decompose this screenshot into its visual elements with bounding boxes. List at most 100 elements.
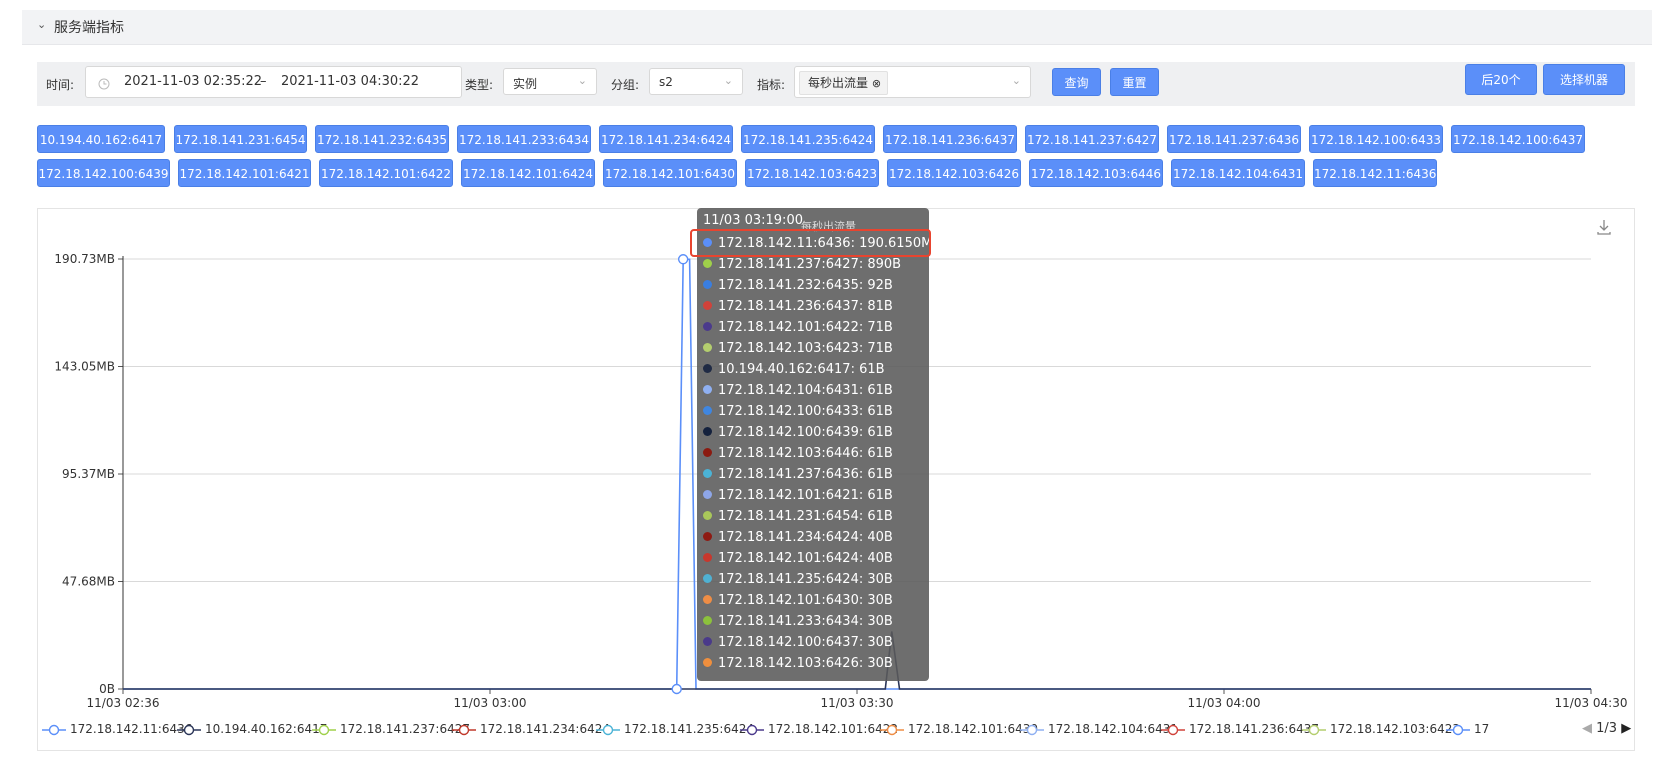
legend-item[interactable]: 10.194.40.162:6417 [177, 719, 327, 739]
tooltip-row-text: 172.18.141.235:6424: 30B [718, 572, 893, 587]
y-tick-label: 190.73MB [54, 252, 115, 266]
legend-item-label: 172.18.141.236:6437 [1189, 722, 1320, 736]
tooltip-row-text: 172.18.141.237:6436: 61B [718, 467, 893, 482]
x-tick-label: 11/03 04:00 [1188, 696, 1261, 710]
tooltip-row: 172.18.141.237:6436: 61B [703, 465, 893, 485]
download-icon[interactable] [1597, 220, 1611, 235]
legend-item[interactable]: 172.18.141.235:6424 [596, 719, 754, 739]
y-tick-label: 143.05MB [54, 360, 115, 374]
tooltip-row: 172.18.141.237:6427: 890B [703, 255, 901, 275]
legend-marker-icon [312, 724, 336, 735]
tooltip-row: 172.18.142.101:6430: 30B [703, 591, 893, 611]
legend-pager[interactable]: ◀ 1/3 ▶ [1582, 719, 1631, 739]
tooltip-row-text: 172.18.141.234:6424: 40B [718, 530, 893, 545]
legend-item[interactable]: 172.18.141.234:6424 [452, 719, 610, 739]
tooltip-row-text: 172.18.141.232:6435: 92B [718, 278, 893, 293]
series-dot-icon [703, 490, 712, 499]
tooltip-row-text: 172.18.142.103:6426: 30B [718, 656, 893, 671]
legend-marker-icon [1446, 724, 1470, 735]
legend-item-label: 172.18.141.235:6424 [624, 722, 755, 736]
tooltip-row-text: 172.18.142.103:6423: 71B [718, 341, 893, 356]
series-dot-icon [703, 616, 712, 625]
tooltip-row-text: 172.18.142.100:6433: 61B [718, 404, 893, 419]
legend-marker-icon [452, 724, 476, 735]
tooltip-row: 172.18.142.103:6426: 30B [703, 654, 893, 674]
legend-item-label: 17 [1474, 722, 1490, 736]
legend-marker-icon [880, 724, 904, 735]
legend-item-label: 172.18.142.101:6430 [908, 722, 1039, 736]
legend-item[interactable]: 172.18.141.236:6437 [1161, 719, 1319, 739]
legend-item[interactable]: 172.18.142.103:6423 [1302, 719, 1460, 739]
tooltip-row: 172.18.141.235:6424: 30B [703, 570, 893, 590]
series-dot-icon [703, 637, 712, 646]
tooltip-row-text: 172.18.141.233:6434: 30B [718, 614, 893, 629]
legend-item-label: 172.18.141.237:6427 [340, 722, 471, 736]
series-dot-icon [703, 595, 712, 604]
legend-item[interactable]: 172.18.142.101:6422 [740, 719, 898, 739]
legend-marker-icon [740, 724, 764, 735]
series-dot-icon [703, 469, 712, 478]
tooltip-row: 10.194.40.162:6417: 61B [703, 360, 885, 380]
legend-item-label: 172.18.142.104:6431 [1048, 722, 1179, 736]
legend-page: 1/3 [1596, 721, 1618, 736]
tooltip-title: 11/03 03:19:00 [703, 213, 803, 228]
tooltip-row: 172.18.142.100:6433: 61B [703, 402, 893, 422]
series-dot-icon [703, 658, 712, 667]
series-dot-icon [703, 553, 712, 562]
tooltip-row-text: 172.18.142.101:6422: 71B [718, 320, 893, 335]
tooltip-row: 172.18.142.100:6437: 30B [703, 633, 893, 653]
legend-item-label: 10.194.40.162:6417 [205, 722, 328, 736]
series-dot-icon [703, 322, 712, 331]
series-dot-icon [703, 280, 712, 289]
tooltip-row: 172.18.141.233:6434: 30B [703, 612, 893, 632]
tooltip-row: 172.18.142.100:6439: 61B [703, 423, 893, 443]
legend-item[interactable]: 17 [1446, 719, 1489, 739]
x-tick-label: 11/03 03:00 [454, 696, 527, 710]
tooltip-row: 172.18.141.236:6437: 81B [703, 297, 893, 317]
tooltip-row-text: 172.18.142.103:6446: 61B [718, 446, 893, 461]
tooltip-row-text: 172.18.141.237:6427: 890B [718, 257, 902, 272]
series-dot-icon [703, 532, 712, 541]
tooltip-row: 172.18.141.232:6435: 92B [703, 276, 893, 296]
caret-left-icon[interactable]: ◀ [1582, 721, 1592, 736]
series-dot-icon [703, 259, 712, 268]
series-dot-icon [703, 448, 712, 457]
chart-tooltip: 11/03 03:19:00 每秒出流量 172.18.142.11:6436:… [697, 208, 941, 681]
tooltip-row: 172.18.141.231:6454: 61B [703, 507, 893, 527]
legend-item[interactable]: 172.18.142.101:6430 [880, 719, 1038, 739]
data-point [677, 254, 689, 265]
legend-marker-icon [1161, 724, 1185, 735]
legend-marker-icon [42, 724, 66, 735]
legend-item[interactable]: 172.18.142.104:6431 [1020, 719, 1178, 739]
y-tick-label: 95.37MB [62, 467, 115, 481]
legend-marker-icon [177, 724, 201, 735]
legend-item[interactable]: 172.18.141.237:6427 [312, 719, 470, 739]
x-tick-label: 11/03 02:36 [87, 696, 160, 710]
tooltip-row: 172.18.142.103:6423: 71B [703, 339, 893, 359]
legend-item-label: 172.18.141.234:6424 [480, 722, 611, 736]
tooltip-row: 172.18.142.101:6424: 40B [703, 549, 893, 569]
legend-marker-icon [596, 724, 620, 735]
tooltip-row-text: 172.18.141.236:6437: 81B [718, 299, 893, 314]
legend-marker-icon [1020, 724, 1044, 735]
x-tick-label: 11/03 04:30 [1555, 696, 1628, 710]
tooltip-row: 172.18.142.101:6421: 61B [703, 486, 893, 506]
caret-right-icon[interactable]: ▶ [1621, 721, 1631, 736]
series-dot-icon [703, 385, 712, 394]
series-dot-icon [703, 301, 712, 310]
tooltip-row-text: 172.18.142.104:6431: 61B [718, 383, 893, 398]
legend-item-label: 172.18.142.101:6422 [768, 722, 899, 736]
series-dot-icon [703, 574, 712, 583]
legend-item[interactable]: 172.18.142.11:6436 [42, 719, 192, 739]
tooltip-row: 172.18.142.104:6431: 61B [703, 381, 893, 401]
legend-marker-icon [1302, 724, 1326, 735]
tooltip-row-text: 172.18.141.231:6454: 61B [718, 509, 893, 524]
series-dot-icon [703, 427, 712, 436]
series-dot-icon [703, 364, 712, 373]
tooltip-row-text: 172.18.142.101:6421: 61B [718, 488, 893, 503]
legend-item-label: 172.18.142.103:6423 [1330, 722, 1461, 736]
tooltip-row-text: 172.18.142.100:6439: 61B [718, 425, 893, 440]
tooltip-row: 172.18.141.234:6424: 40B [703, 528, 893, 548]
series-dot-icon [703, 343, 712, 352]
tooltip-row-text: 172.18.142.101:6430: 30B [718, 593, 893, 608]
